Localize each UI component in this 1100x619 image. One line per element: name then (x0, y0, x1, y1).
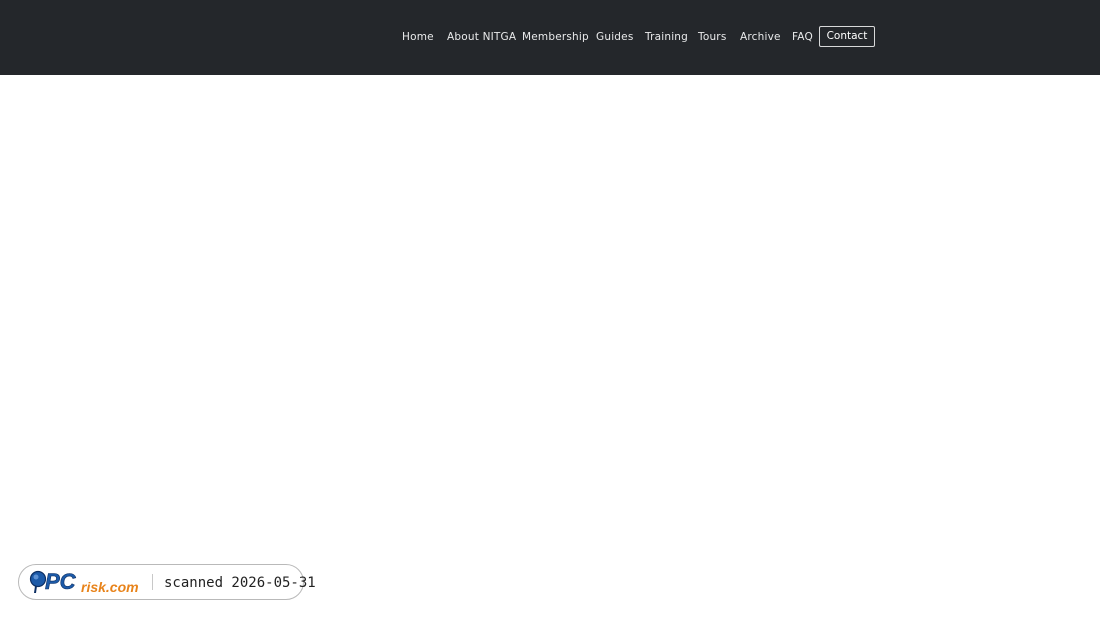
svg-text:risk.com: risk.com (81, 579, 139, 595)
nav-guides[interactable]: Guides (596, 29, 634, 45)
pcrisk-logo-text: PC (45, 569, 77, 594)
pcrisk-logo: PC risk.com (29, 569, 139, 595)
scan-badge: PC risk.com scanned 2026-05-31 (18, 564, 316, 600)
magnifier-icon (29, 570, 47, 588)
nav-faq[interactable]: FAQ (792, 29, 813, 45)
badge-divider (152, 574, 153, 590)
nav-archive[interactable]: Archive (740, 29, 781, 45)
site-header: Home About NITGA Membership Guides Train… (0, 0, 1100, 75)
main-navigation: Home About NITGA Membership Guides Train… (0, 0, 1100, 75)
page-content-area (0, 75, 1100, 619)
nav-tours[interactable]: Tours (698, 29, 727, 45)
nav-training[interactable]: Training (645, 29, 688, 45)
nav-home[interactable]: Home (402, 29, 434, 45)
scan-date-text: scanned 2026-05-31 (164, 575, 316, 591)
nav-membership[interactable]: Membership (522, 29, 589, 45)
nav-about-nitga[interactable]: About NITGA (447, 29, 516, 45)
contact-button[interactable]: Contact (819, 26, 875, 47)
